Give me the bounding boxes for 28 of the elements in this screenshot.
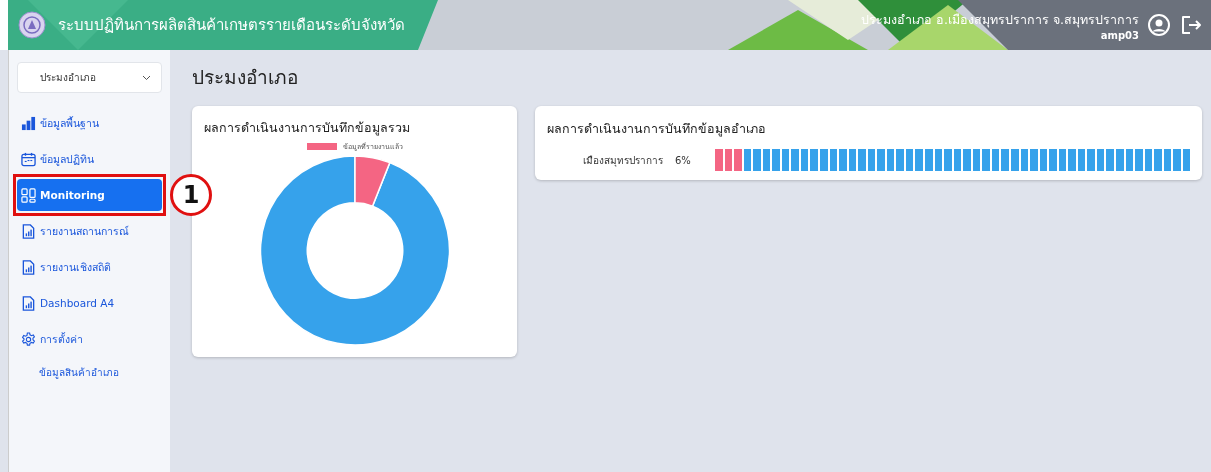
bar-chart-icon (21, 115, 36, 131)
report-icon (21, 223, 36, 239)
grid-icon (21, 187, 36, 203)
role-select[interactable]: ประมงอำเภอ (17, 62, 162, 93)
district-name: เมืองสมุทรปราการ (582, 153, 663, 168)
calendar-icon (21, 151, 36, 167)
sidebar-subitem[interactable]: ข้อมูลสินค้าอำเภอ (17, 359, 162, 380)
report-icon (21, 259, 36, 275)
sidebar-item[interactable]: ข้อมูลปฏิทิน (17, 143, 162, 175)
sidebar-item[interactable]: ข้อมูลพื้นฐาน (17, 107, 162, 139)
report-icon (21, 295, 36, 311)
logout-icon[interactable] (1179, 13, 1203, 37)
user-id: amp03 (1100, 29, 1139, 41)
sidebar-item[interactable]: รายงานสถานการณ์ (17, 215, 162, 247)
page-title: ประมงอำเภอ (192, 65, 299, 90)
sidebar-item[interactable]: Dashboard A4 (17, 287, 162, 319)
step-number: 1 (170, 174, 212, 216)
settings-icon (21, 331, 36, 347)
user-icon[interactable] (1147, 13, 1171, 37)
sidebar-item[interactable]: การตั้งค่า (17, 323, 162, 355)
card-title: ผลการดำเนินงานการบันทึกข้อมูลรวม (204, 119, 410, 138)
percent-value: 6% (675, 154, 692, 166)
chevron-down-icon (142, 74, 151, 81)
sidebar-item[interactable]: Monitoring (17, 179, 162, 211)
emblem-icon (18, 11, 46, 39)
sidebar-item[interactable]: รายงานเชิงสถิติ (17, 251, 162, 283)
card-title: ผลการดำเนินงานการบันทึกข้อมูลอำเภอ (547, 121, 766, 136)
app-title: ระบบปฏิทินการผลิตสินค้าเกษตรรายเดือนระดับจังหวัด (58, 15, 405, 36)
